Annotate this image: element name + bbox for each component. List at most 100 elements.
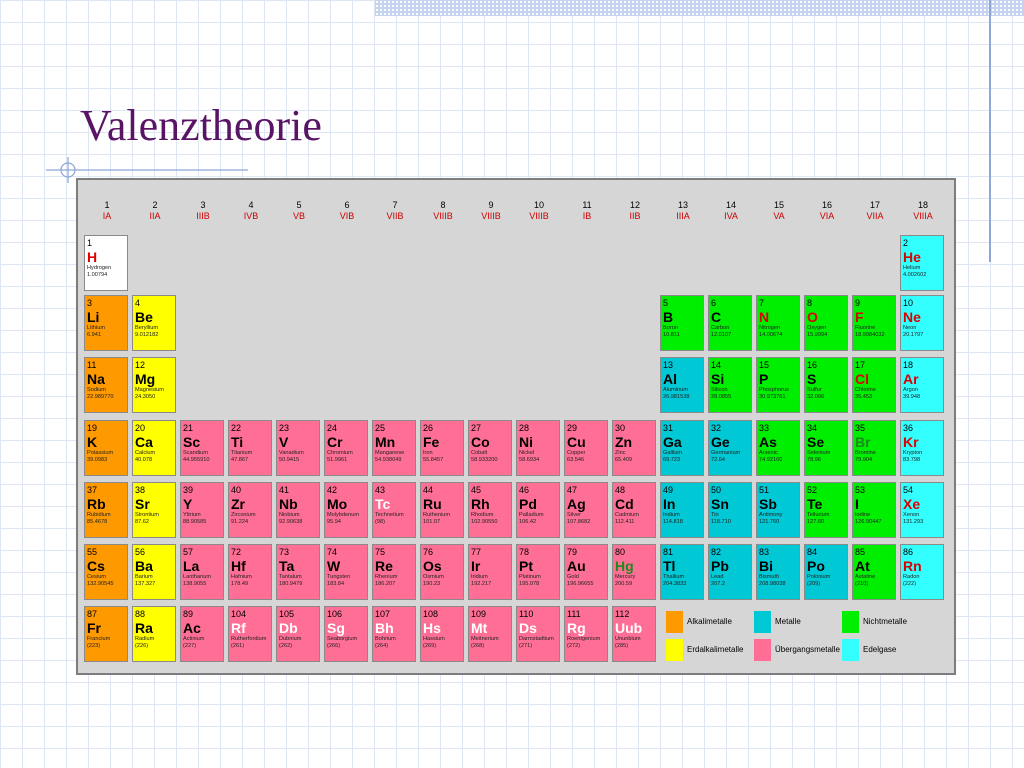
element-ru[interactable]: 44 Ru Ruthenium 101.07 [420, 482, 464, 538]
element-ga[interactable]: 31 Ga Gallium 69.723 [660, 420, 704, 476]
element-fe[interactable]: 26 Fe Iron 55.8457 [420, 420, 464, 476]
element-name: Platinum [519, 574, 541, 580]
element-ni[interactable]: 28 Ni Nickel 58.6934 [516, 420, 560, 476]
element-sb[interactable]: 51 Sb Antimony 121.760 [756, 482, 800, 538]
element-la[interactable]: 57 La Lanthanum 138.9055 [180, 544, 224, 600]
element-pd[interactable]: 46 Pd Palladium 106.42 [516, 482, 560, 538]
element-ta[interactable]: 73 Ta Tantalum 180.9479 [276, 544, 320, 600]
element-o[interactable]: 8 O Oxygen 15.9994 [804, 295, 848, 351]
atomic-mass: 180.9479 [279, 581, 303, 587]
element-rg[interactable]: 111 Rg Roentgenium (272) [564, 606, 608, 662]
element-bi[interactable]: 83 Bi Bismuth 208.98038 [756, 544, 800, 600]
element-zr[interactable]: 40 Zr Zirconium 91.224 [228, 482, 272, 538]
element-pt[interactable]: 78 Pt Platinum 195.078 [516, 544, 560, 600]
element-db[interactable]: 105 Db Dubnium (262) [276, 606, 320, 662]
element-rn[interactable]: 86 Rn Radon (222) [900, 544, 944, 600]
element-s[interactable]: 16 S Sulfur 32.066 [804, 357, 848, 413]
element-cl[interactable]: 17 Cl Chlorine 35.453 [852, 357, 896, 413]
element-ac[interactable]: 89 Ac Actinium (227) [180, 606, 224, 662]
element-symbol: Re [375, 558, 393, 574]
element-symbol: Ti [231, 434, 244, 450]
element-f[interactable]: 9 F Fluorine 18.9984032 [852, 295, 896, 351]
element-k[interactable]: 19 K Potassium 39.0983 [84, 420, 128, 476]
element-re[interactable]: 75 Re Rhenium 186.207 [372, 544, 416, 600]
element-cr[interactable]: 24 Cr Chromium 51.9961 [324, 420, 368, 476]
element-ar[interactable]: 18 Ar Argon 39.948 [900, 357, 944, 413]
element-he[interactable]: 2 He Helium 4.002602 [900, 235, 944, 291]
element-po[interactable]: 84 Po Polonium (209) [804, 544, 848, 600]
element-os[interactable]: 76 Os Osmium 190.23 [420, 544, 464, 600]
element-mo[interactable]: 42 Mo Molybdenum 95.94 [324, 482, 368, 538]
group-roman: VIIIB [529, 211, 549, 221]
element-n[interactable]: 7 N Nitrogen 14.00674 [756, 295, 800, 351]
element-rf[interactable]: 104 Rf Rutherfordium (261) [228, 606, 272, 662]
element-hs[interactable]: 108 Hs Hassium (269) [420, 606, 464, 662]
element-ra[interactable]: 88 Ra Radium (226) [132, 606, 176, 662]
element-uub[interactable]: 112 Uub Ununbium (285) [612, 606, 656, 662]
element-b[interactable]: 5 B Boron 10.811 [660, 295, 704, 351]
element-ir[interactable]: 77 Ir Iridium 192.217 [468, 544, 512, 600]
element-cs[interactable]: 55 Cs Cesium 132.90545 [84, 544, 128, 600]
element-name: Nickel [519, 450, 535, 456]
element-w[interactable]: 74 W Tungsten 183.84 [324, 544, 368, 600]
element-ca[interactable]: 20 Ca Calcium 40.078 [132, 420, 176, 476]
element-xe[interactable]: 54 Xe Xenon 131.293 [900, 482, 944, 538]
element-v[interactable]: 23 V Vanadium 50.9415 [276, 420, 320, 476]
legend-swatch [754, 611, 771, 633]
group-roman: VIIIA [913, 211, 933, 221]
element-at[interactable]: 85 At Astatine (210) [852, 544, 896, 600]
element-br[interactable]: 35 Br Bromine 79.904 [852, 420, 896, 476]
element-h[interactable]: 1 H Hydrogen 1.00794 [84, 235, 128, 291]
element-si[interactable]: 14 Si Silicon 28.0855 [708, 357, 752, 413]
element-te[interactable]: 52 Te Tellurium 127.60 [804, 482, 848, 538]
top-decor-band [375, 0, 1024, 16]
atomic-number: 21 [183, 423, 194, 433]
element-al[interactable]: 13 Al Aluminum 26.981538 [660, 357, 704, 413]
element-rb[interactable]: 37 Rb Rubidium 85.4678 [84, 482, 128, 538]
element-au[interactable]: 79 Au Gold 196.96655 [564, 544, 608, 600]
element-se[interactable]: 34 Se Selenium 78.96 [804, 420, 848, 476]
element-in[interactable]: 49 In Indium 114.818 [660, 482, 704, 538]
element-rh[interactable]: 45 Rh Rhodium 102.90550 [468, 482, 512, 538]
element-ge[interactable]: 32 Ge Germanium 72.64 [708, 420, 752, 476]
atomic-mass: 127.60 [807, 519, 825, 525]
element-li[interactable]: 3 Li Lithium 6.941 [84, 295, 128, 351]
element-sc[interactable]: 21 Sc Scandium 44.955910 [180, 420, 224, 476]
element-cu[interactable]: 29 Cu Copper 63.546 [564, 420, 608, 476]
element-tc[interactable]: 43 Tc Technetium (98) [372, 482, 416, 538]
element-co[interactable]: 27 Co Cobalt 58.933200 [468, 420, 512, 476]
element-ba[interactable]: 56 Ba Barium 137.327 [132, 544, 176, 600]
element-be[interactable]: 4 Be Beryllium 9.012182 [132, 295, 176, 351]
element-ti[interactable]: 22 Ti Titanium 47.867 [228, 420, 272, 476]
element-na[interactable]: 11 Na Sodium 22.989770 [84, 357, 128, 413]
element-pb[interactable]: 82 Pb Lead 207.2 [708, 544, 752, 600]
element-ne[interactable]: 10 Ne Neon 20.1797 [900, 295, 944, 351]
element-tl[interactable]: 81 Tl Thallium 204.3833 [660, 544, 704, 600]
atomic-mass: 44.955910 [183, 457, 210, 463]
element-sg[interactable]: 106 Sg Seaborgium (266) [324, 606, 368, 662]
element-name: Germanium [711, 450, 741, 456]
atomic-mass: 95.94 [327, 519, 341, 525]
element-nb[interactable]: 41 Nb Niobium 92.90638 [276, 482, 320, 538]
element-mt[interactable]: 109 Mt Meitnerium (268) [468, 606, 512, 662]
element-ds[interactable]: 110 Ds Darmstadtium (271) [516, 606, 560, 662]
atomic-number: 38 [135, 485, 146, 495]
element-y[interactable]: 39 Y Yttrium 88.90585 [180, 482, 224, 538]
element-hg[interactable]: 80 Hg Mercury 200.59 [612, 544, 656, 600]
element-ag[interactable]: 47 Ag Silver 107.8682 [564, 482, 608, 538]
element-cd[interactable]: 48 Cd Cadmium 112.411 [612, 482, 656, 538]
element-sn[interactable]: 50 Sn Tin 118.710 [708, 482, 752, 538]
element-p[interactable]: 15 P Phosphorus 30.973761 [756, 357, 800, 413]
element-hf[interactable]: 72 Hf Hafnium 178.49 [228, 544, 272, 600]
element-sr[interactable]: 38 Sr Strontium 87.62 [132, 482, 176, 538]
element-bh[interactable]: 107 Bh Bohrium (264) [372, 606, 416, 662]
element-as[interactable]: 33 As Arsenic 74.92160 [756, 420, 800, 476]
element-zn[interactable]: 30 Zn Zinc 65.409 [612, 420, 656, 476]
element-mg[interactable]: 12 Mg Magnesium 24.3050 [132, 357, 176, 413]
element-kr[interactable]: 36 Kr Krypton 83.798 [900, 420, 944, 476]
element-c[interactable]: 6 C Carbon 12.0107 [708, 295, 752, 351]
element-fr[interactable]: 87 Fr Francium (223) [84, 606, 128, 662]
element-i[interactable]: 53 I Iodine 126.90447 [852, 482, 896, 538]
element-mn[interactable]: 25 Mn Manganese 54.938049 [372, 420, 416, 476]
element-name: Helium [903, 265, 921, 271]
